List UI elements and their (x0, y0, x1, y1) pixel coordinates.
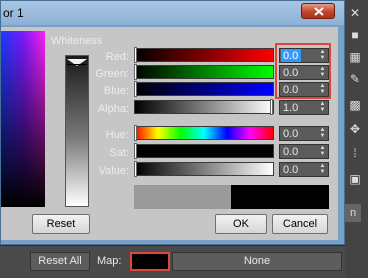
blue-slider-handle[interactable] (134, 81, 137, 97)
original-color-swatch[interactable] (134, 185, 231, 209)
sat-spin-arrows-icon[interactable]: ▲ ▼ (318, 145, 327, 158)
color-panel: Whiteness Red: ▲▼ Green: ▲▼ Blue: ▲▼ (1, 27, 338, 240)
green-slider[interactable] (134, 64, 274, 80)
edge-tab[interactable]: n (345, 204, 361, 222)
alpha-input[interactable] (281, 101, 317, 114)
value-slider[interactable] (134, 161, 274, 177)
hue-spinner[interactable]: ▲▼ (279, 126, 329, 141)
value-slider-handle[interactable] (134, 161, 137, 177)
blue-label: Blue: (103, 85, 129, 97)
green-label: Green: (95, 68, 129, 80)
hue-spin-arrows-icon[interactable]: ▲ ▼ (318, 127, 327, 140)
map-color-swatch[interactable] (130, 252, 170, 271)
red-label: Red: (105, 51, 129, 63)
sat-slider-handle[interactable] (134, 143, 137, 159)
toolbar-pick-icon[interactable]: ✥ (348, 122, 362, 136)
toolbar-frame-icon[interactable]: ▣ (348, 172, 362, 186)
rgb-highlight (275, 43, 331, 99)
hue-label: Hue: (105, 129, 129, 141)
toolbar-dots-icon[interactable]: ⁞ (348, 146, 362, 160)
title-bar[interactable]: or 1 (1, 1, 344, 25)
close-icon (314, 7, 324, 16)
reset-button[interactable]: Reset (32, 214, 90, 234)
toolbar-grid-icon[interactable]: ▩ (348, 98, 362, 112)
alpha-label: Alpha: (97, 103, 129, 115)
hue-slider-handle[interactable] (134, 125, 137, 141)
cancel-button[interactable]: Cancel (272, 214, 328, 234)
toolbar-palette-icon[interactable]: ▦ (348, 50, 362, 64)
value-spinner[interactable]: ▲▼ (279, 162, 329, 177)
sat-spinner[interactable]: ▲▼ (279, 144, 329, 159)
alpha-slider-handle[interactable] (270, 99, 273, 115)
map-none-button[interactable]: None (172, 252, 342, 271)
red-slider-handle[interactable] (134, 47, 137, 63)
alpha-slider[interactable] (134, 99, 274, 115)
value-input[interactable] (281, 163, 317, 176)
blue-slider[interactable] (134, 81, 274, 97)
window-title: or 1 (3, 6, 24, 20)
close-button[interactable] (301, 3, 335, 19)
hue-slider[interactable] (134, 125, 274, 141)
toolbar-close-icon[interactable]: ✕ (348, 6, 362, 20)
ok-button[interactable]: OK (215, 214, 267, 234)
red-slider[interactable] (134, 47, 274, 63)
sat-slider[interactable] (134, 143, 274, 159)
whiteness-label: Whiteness (51, 35, 103, 47)
toolbar-eraser-icon[interactable]: ✎ (348, 72, 362, 86)
sat-label: Sat: (109, 147, 129, 159)
value-spin-arrows-icon[interactable]: ▲ ▼ (318, 163, 327, 176)
toolbar-window-icon[interactable]: ■ (348, 28, 362, 42)
whiteness-handle-line (67, 64, 87, 65)
color-selector-dialog: or 1 Whiteness Red: ▲▼ Green: ▲▼ (0, 0, 345, 245)
alpha-spin-arrows-icon[interactable]: ▲ ▼ (318, 101, 327, 114)
sat-input[interactable] (281, 145, 317, 158)
current-color-swatch[interactable] (231, 185, 329, 209)
reset-all-button[interactable]: Reset All (30, 252, 90, 271)
hue-spectrum[interactable] (1, 31, 45, 207)
hue-input[interactable] (281, 127, 317, 140)
alpha-spinner[interactable]: ▲▼ (279, 100, 329, 115)
value-label: Value: (98, 165, 129, 177)
green-slider-handle[interactable] (134, 64, 137, 80)
map-label: Map: (97, 255, 122, 267)
